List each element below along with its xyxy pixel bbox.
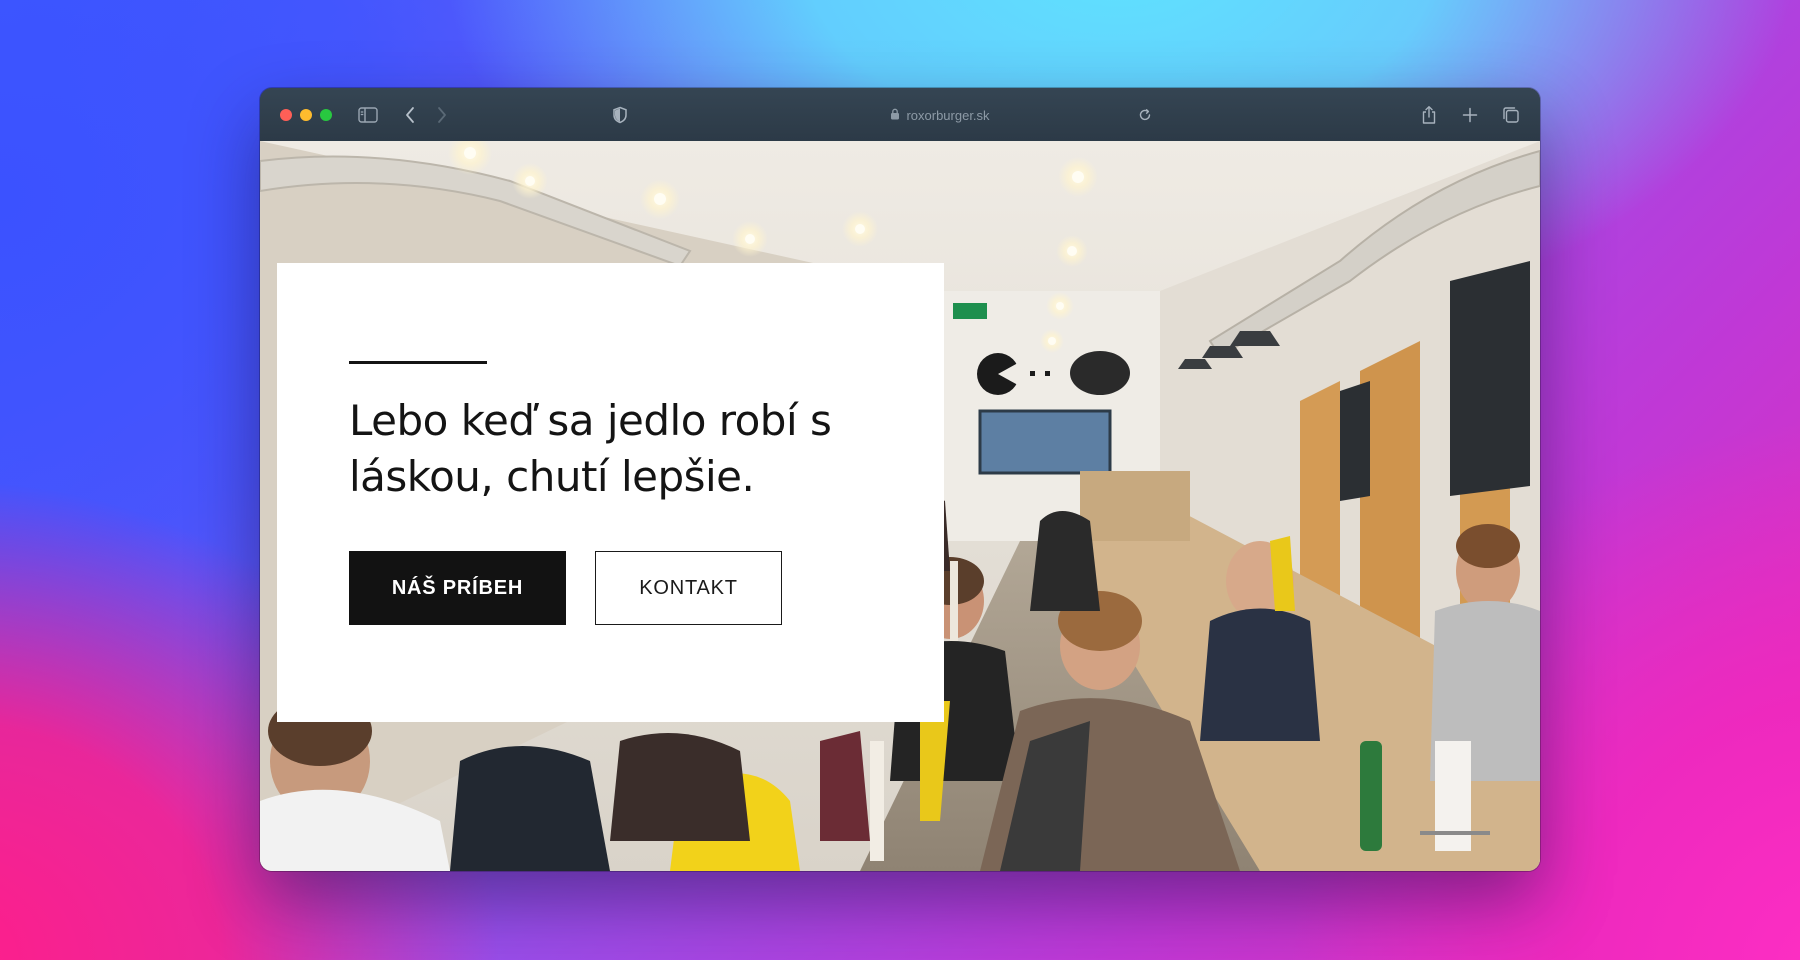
hero-card: Lebo keď sa jedlo robí s láskou, chutí l… (277, 263, 944, 722)
browser-toolbar: roxorburger.sk (260, 88, 1540, 142)
tabs-overview-icon[interactable] (1499, 103, 1523, 127)
zoom-window-button[interactable] (320, 109, 332, 121)
share-icon[interactable] (1417, 103, 1441, 127)
close-window-button[interactable] (280, 109, 292, 121)
minimize-window-button[interactable] (300, 109, 312, 121)
chevron-left-icon[interactable] (398, 103, 422, 127)
lock-icon (890, 108, 900, 123)
plus-icon[interactable] (1458, 103, 1482, 127)
address-text: roxorburger.sk (906, 107, 990, 123)
page-viewport: Lebo keď sa jedlo robí s láskou, chutí l… (260, 141, 1540, 871)
hero-divider (349, 361, 487, 364)
hero-heading: Lebo keď sa jedlo robí s láskou, chutí l… (349, 396, 832, 501)
reload-icon[interactable] (1133, 103, 1157, 127)
shield-icon[interactable] (608, 103, 632, 127)
contact-button[interactable]: KONTAKT (595, 551, 782, 625)
browser-window: roxorburger.sk Lebo keď sa jedlo robí s … (260, 88, 1540, 871)
sidebar-icon[interactable] (356, 103, 380, 127)
our-story-button[interactable]: NÁŠ PRÍBEH (349, 551, 566, 625)
chevron-right-icon[interactable] (430, 103, 454, 127)
address-bar[interactable]: roxorburger.sk (820, 102, 1060, 128)
